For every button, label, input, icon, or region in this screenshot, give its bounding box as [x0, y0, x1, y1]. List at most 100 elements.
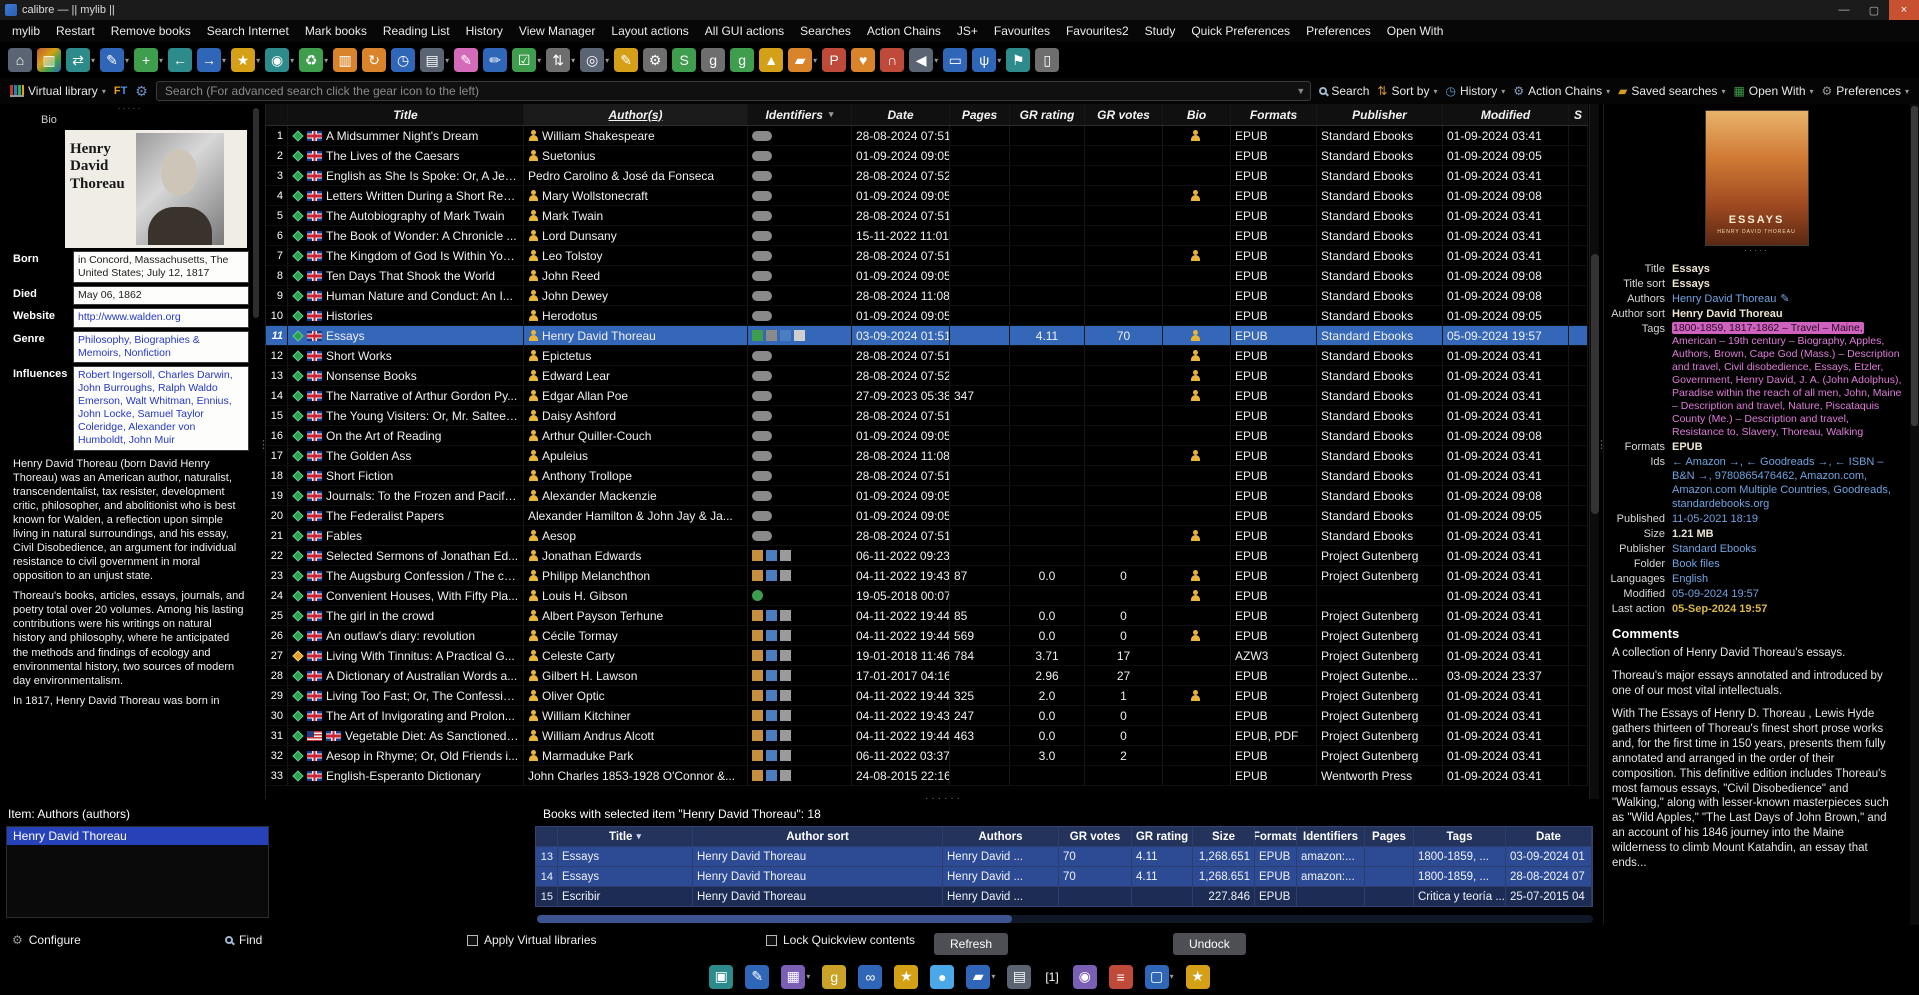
table-row[interactable]: 26 An outlaw's diary: revolution Cécile … [266, 626, 1588, 646]
table-row[interactable]: 9 Human Nature and Conduct: An I... John… [266, 286, 1588, 306]
table-row[interactable]: 29 Living Too Fast; Or, The Confessio...… [266, 686, 1588, 706]
table-row[interactable]: 5 The Autobiography of Mark Twain Mark T… [266, 206, 1588, 226]
table-row[interactable]: 3 English as She Is Spoke: Or, A Jest i.… [266, 166, 1588, 186]
add-books-icon[interactable]: + ▾ [134, 48, 163, 72]
table-row[interactable]: 21 Fables Aesop 28-08-2024 07:51 EPUB St… [266, 526, 1588, 546]
menu-item[interactable]: Study [1137, 24, 1184, 38]
header-modified[interactable]: Modified [1443, 104, 1569, 125]
menu-item[interactable]: Favourites2 [1058, 24, 1137, 38]
quickview-row[interactable]: 13 Essays Henry David Thoreau Henry Davi… [536, 846, 1592, 866]
sort-by-button[interactable]: ⇅ Sort by ▾ [1377, 84, 1437, 98]
menu-item[interactable]: Reading List [375, 24, 458, 38]
author-field-value[interactable]: Philosophy, Biographies & Memoirs, Nonfi… [73, 330, 249, 363]
table-row[interactable]: 18 Short Fiction Anthony Trollope 28-08-… [266, 466, 1588, 486]
header-formats[interactable]: Formats [1231, 104, 1317, 125]
table-row[interactable]: 8 Ten Days That Shook the World John Ree… [266, 266, 1588, 286]
table-scrollbar-thumb[interactable] [1590, 254, 1599, 514]
menu-item[interactable]: Quick Preferences [1183, 24, 1298, 38]
bookshelf-icon[interactable]: ▥ ▾ [37, 48, 61, 72]
table-row[interactable]: 25 The girl in the crowd Albert Payson T… [266, 606, 1588, 626]
goodreads-sync-icon[interactable]: g ▾ [822, 964, 847, 989]
author-field-value[interactable]: Robert Ingersoll, Charles Darwin, John B… [73, 365, 249, 451]
maximize-button[interactable]: ▢ [1859, 0, 1889, 20]
notes-icon[interactable]: ▤ ▾ [1007, 964, 1032, 989]
menu-item[interactable]: View Manager [511, 24, 604, 38]
header-publisher[interactable]: Publisher [1317, 104, 1443, 125]
table-row[interactable]: 31 Vegetable Diet: As Sanctioned ... Wil… [266, 726, 1588, 746]
qv-header-date[interactable]: Date [1506, 827, 1592, 846]
details-scrollbar-thumb[interactable] [1911, 106, 1918, 426]
page-count[interactable]: [1] ▾ [1043, 965, 1060, 989]
pdf-icon[interactable]: P ▾ [822, 48, 847, 72]
edit-book-icon[interactable]: ✏ ▾ [483, 48, 508, 72]
qv-header-title[interactable]: Title [558, 827, 693, 846]
header-gr-votes[interactable]: GR votes [1085, 104, 1163, 125]
menu-item[interactable]: JS+ [949, 24, 986, 38]
header-pages[interactable]: Pages [950, 104, 1010, 125]
header-title[interactable]: Title [288, 104, 524, 125]
forward-icon[interactable]: → ▾ [197, 48, 226, 72]
preferences-button[interactable]: ⚙ Preferences ▾ [1822, 84, 1909, 98]
author-field-value[interactable]: in Concord, Massachusetts, The United St… [73, 251, 249, 284]
similar-books-icon[interactable]: ◎ ▾ [580, 48, 609, 72]
author-field-value[interactable]: May 06, 1862 [73, 286, 249, 306]
detail-value[interactable]: English✎ [1672, 572, 1903, 586]
table-row[interactable]: 4 Letters Written During a Short Resi...… [266, 186, 1588, 206]
qv-header-pages[interactable]: Pages [1365, 827, 1414, 846]
table-row[interactable]: 16 On the Art of Reading Arthur Quiller-… [266, 426, 1588, 446]
bio-scrollbar-thumb[interactable] [253, 108, 259, 318]
qv-header-formats[interactable]: Formats [1255, 827, 1297, 846]
search-plugin-icon[interactable]: ◉ ▾ [1072, 964, 1097, 989]
star-icon[interactable]: ★ ▾ [894, 964, 919, 989]
quickview-row[interactable]: 15 Escribir Henry David Thoreau Henry Da… [536, 886, 1592, 906]
menu-item[interactable]: History [458, 24, 511, 38]
recycle-icon[interactable]: ♻ ▾ [299, 48, 328, 72]
detail-value[interactable]: ← Amazon →, ← Goodreads →, ← ISBN – B&N … [1672, 455, 1903, 511]
table-row[interactable]: 11 Essays Henry David Thoreau 03-09-2024… [266, 326, 1588, 346]
menu-item[interactable]: All GUI actions [697, 24, 792, 38]
screen-icon[interactable]: ▢ ▾ [1144, 964, 1174, 989]
apply-virtual-libraries-checkbox[interactable]: Apply Virtual libraries [467, 933, 597, 947]
menu-item[interactable]: Remove books [103, 24, 199, 38]
detail-value[interactable]: 05-Sep-2024 19:57✎ [1672, 602, 1903, 616]
table-scrollbar[interactable] [1589, 104, 1599, 799]
header-gr-rating[interactable]: GR rating [1010, 104, 1085, 125]
usb-icon[interactable]: ψ ▾ [972, 48, 1001, 72]
qv-header-gr-votes[interactable]: GR votes [1059, 827, 1132, 846]
favorites-icon[interactable]: ★ ▾ [231, 48, 260, 72]
donate-icon[interactable]: ♥ ▾ [851, 48, 876, 72]
news-icon[interactable]: ▤ ▾ [420, 48, 449, 72]
detail-value[interactable]: 1.21 MB✎ [1672, 527, 1903, 541]
table-row[interactable]: 30 The Art of Invigorating and Prolon...… [266, 706, 1588, 726]
quickview-list-item[interactable]: Henry David Thoreau [7, 827, 268, 845]
speaker-icon[interactable]: ◀ ▾ [909, 48, 938, 72]
table-row[interactable]: 23 The Augsburg Confession / The co... P… [266, 566, 1588, 586]
full-text-toggle[interactable]: FT [114, 85, 127, 97]
configure-button[interactable]: ⚙ Configure [12, 933, 81, 947]
table-row[interactable]: 1 A Midsummer Night's Dream William Shak… [266, 126, 1588, 146]
menu-item[interactable]: Favourites [986, 24, 1058, 38]
detail-value[interactable]: 11-05-2021 18:19✎ [1672, 512, 1903, 526]
clock-icon[interactable]: ◷ ▾ [391, 48, 416, 72]
qv-header-size[interactable]: Size [1193, 827, 1255, 846]
device-icon[interactable]: ▭ ▾ [943, 48, 968, 72]
detail-value[interactable]: Standard Ebooks✎ [1672, 542, 1903, 556]
table-row[interactable]: 6 The Book of Wonder: A Chronicle ... Lo… [266, 226, 1588, 246]
card-icon[interactable]: ▯ ▾ [1035, 48, 1060, 72]
qv-header-identifiers[interactable]: Identifiers [1297, 827, 1365, 846]
table-row[interactable]: 2 The Lives of the Caesars Suetonius 01-… [266, 146, 1588, 166]
menu-item[interactable]: Searches [792, 24, 859, 38]
find-button[interactable]: Find [225, 933, 262, 947]
orb-icon[interactable]: ● ▾ [930, 964, 955, 989]
highlighter-icon[interactable]: ✎ ▾ [454, 48, 479, 72]
drive-icon[interactable]: ▰ ▾ [966, 964, 995, 989]
header-identifiers[interactable]: Identifiers [748, 104, 852, 125]
menu-icon[interactable]: ≡ ▾ [1108, 964, 1133, 989]
book-cover[interactable]: ESSAYS HENRY DAVID THOREAU [1704, 110, 1809, 246]
edit-metadata-icon[interactable]: ✎ ▾ [100, 48, 129, 72]
goodreads-icon[interactable]: g ▾ [730, 48, 755, 72]
cover-splitter-handle[interactable]: ····· [1604, 246, 1909, 255]
stats-icon[interactable]: ▥ ▾ [333, 48, 358, 72]
goodreads-grey-icon[interactable]: g ▾ [701, 48, 726, 72]
table-row[interactable]: 12 Short Works Epictetus 28-08-2024 07:5… [266, 346, 1588, 366]
